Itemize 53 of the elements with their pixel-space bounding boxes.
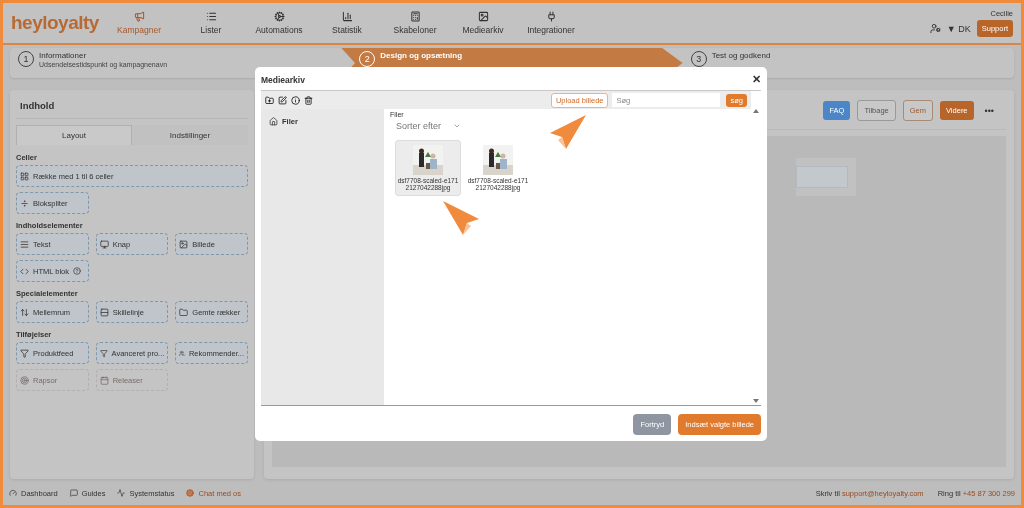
close-button[interactable]: ✕ — [752, 73, 761, 86]
sort-dropdown[interactable]: Sorter efter — [390, 121, 462, 131]
list-icon — [205, 11, 217, 22]
folder-icon — [179, 307, 189, 317]
target-icon — [20, 375, 29, 385]
pointer-arrow-drawing — [550, 115, 586, 149]
image-icon — [477, 11, 489, 22]
calculator-icon — [409, 11, 421, 22]
nav-item[interactable]: Statistik — [313, 11, 381, 35]
scroll-down-icon[interactable] — [753, 399, 759, 403]
new-folder-icon[interactable] — [265, 95, 274, 105]
more-button[interactable]: ••• — [984, 105, 994, 116]
bar-chart-icon — [341, 11, 353, 22]
image-icon — [179, 239, 189, 249]
step-title: Informationer — [39, 51, 88, 60]
scroll-up-icon[interactable] — [753, 109, 759, 113]
user-settings-icon[interactable] — [929, 23, 941, 34]
nav-item[interactable]: Skabeloner — [381, 11, 449, 35]
divide-icon — [20, 198, 29, 208]
language-selector[interactable]: ▼ DK — [946, 23, 971, 34]
chevron-down-icon — [453, 122, 462, 130]
activity-icon — [117, 489, 126, 497]
rows-icon — [99, 307, 109, 317]
funnel-icon — [99, 348, 108, 358]
funnel-icon — [20, 348, 29, 358]
megaphone-icon — [133, 11, 145, 22]
nav-item[interactable]: Integrationer — [517, 11, 585, 35]
gauge-icon — [9, 489, 17, 497]
dialog-title: Mediearkiv — [261, 74, 305, 85]
pointer-arrow-drawing — [443, 201, 479, 235]
nav-item[interactable]: Mediearkiv — [449, 11, 517, 35]
code-icon — [20, 266, 29, 276]
dot-icon — [186, 489, 195, 497]
gear-icon — [273, 11, 285, 22]
home-icon — [269, 117, 278, 126]
grid-icon — [20, 171, 29, 181]
people-icon — [179, 348, 185, 358]
nav-item[interactable]: Lister — [177, 11, 245, 35]
monitor-icon — [99, 239, 109, 249]
panel-title: Indhold — [16, 100, 248, 119]
spacing-icon — [20, 307, 29, 317]
text-lines-icon — [20, 239, 29, 249]
calendar-icon — [99, 375, 109, 385]
step-title: Test og godkend — [711, 51, 771, 60]
chat-icon — [69, 489, 78, 497]
step-title: Design og opsætning — [380, 51, 463, 60]
nav-item[interactable]: Automations — [245, 11, 313, 35]
edit-icon[interactable] — [278, 95, 287, 105]
help-icon[interactable] — [73, 267, 81, 275]
info-icon[interactable] — [291, 95, 300, 105]
tab[interactable]: Layout — [16, 125, 132, 145]
trash-icon[interactable] — [304, 95, 313, 105]
plug-icon — [545, 11, 557, 22]
